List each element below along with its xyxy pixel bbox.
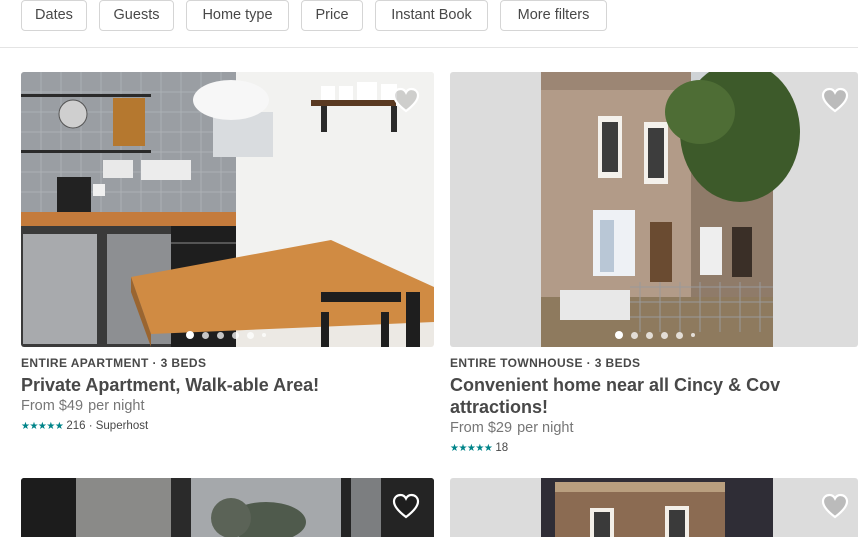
pagination-dot[interactable]: [661, 331, 668, 339]
heart-icon[interactable]: [392, 493, 420, 519]
listing-card[interactable]: ENTIRE TOWNHOUSE · 3 BEDS Convenient hom…: [440, 0, 858, 470]
photo-pagination-dots[interactable]: [615, 331, 695, 339]
listing-kicker: ENTIRE APARTMENT · 3 BEDS: [21, 356, 207, 370]
listing-photo[interactable]: [450, 478, 858, 537]
star-icon: ★★★★★: [450, 442, 493, 454]
listing-title[interactable]: Convenient home near all Cincy & Cov att…: [450, 374, 850, 418]
listing-price: From $29 per night: [450, 420, 574, 436]
pagination-dot[interactable]: [691, 333, 695, 337]
interior-photo: [21, 478, 434, 537]
price-per: per night: [517, 420, 574, 436]
review-count: 18: [495, 442, 509, 454]
heart-icon[interactable]: [821, 87, 849, 113]
listing-photo[interactable]: [21, 478, 434, 537]
listing-title[interactable]: Private Apartment, Walk-able Area!: [21, 374, 431, 396]
listing-card[interactable]: [21, 478, 434, 537]
listing-photo[interactable]: [450, 72, 858, 347]
pagination-dot[interactable]: [232, 331, 239, 339]
photo-pagination-dots[interactable]: [186, 331, 266, 339]
listing-rating: ★★★★★ 216 · Superhost: [21, 420, 148, 432]
review-count: 216: [66, 420, 86, 432]
superhost-badge: · Superhost: [88, 420, 149, 432]
listing-photo[interactable]: [21, 72, 434, 347]
star-icon: ★★★★★: [21, 420, 64, 432]
listing-price: From $49 per night: [21, 398, 145, 414]
price-amount: From $49: [21, 398, 84, 414]
pagination-dot[interactable]: [247, 331, 254, 339]
pagination-dot[interactable]: [646, 331, 653, 339]
listing-kicker: ENTIRE TOWNHOUSE · 3 BEDS: [450, 356, 641, 370]
listing-rating: ★★★★★ 18: [450, 442, 508, 454]
kitchen-photo: [21, 72, 434, 347]
listing-card[interactable]: ENTIRE APARTMENT · 3 BEDS Private Apartm…: [0, 0, 440, 470]
pagination-dot[interactable]: [262, 333, 266, 337]
townhouse-photo: [450, 72, 858, 347]
pagination-dot[interactable]: [217, 331, 224, 339]
brick-house-photo: [450, 478, 858, 537]
pagination-dot[interactable]: [615, 331, 623, 339]
pagination-dot[interactable]: [631, 331, 638, 339]
heart-icon[interactable]: [821, 493, 849, 519]
pagination-dot[interactable]: [202, 331, 209, 339]
pagination-dot[interactable]: [676, 331, 683, 339]
price-amount: From $29: [450, 420, 513, 436]
pagination-dot[interactable]: [186, 331, 194, 339]
heart-icon[interactable]: [392, 87, 420, 113]
price-per: per night: [88, 398, 145, 414]
listing-card[interactable]: [450, 478, 858, 537]
